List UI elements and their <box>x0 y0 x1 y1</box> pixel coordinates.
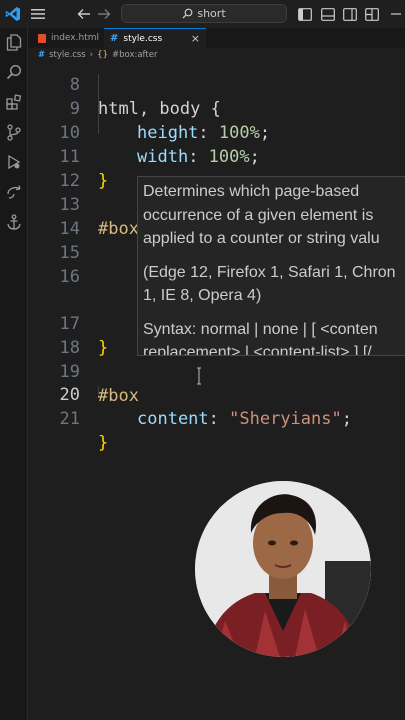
code-line: 21 } <box>59 409 109 453</box>
tab-index-html[interactable]: index.html <box>32 28 102 48</box>
activity-bar <box>0 28 28 720</box>
tab-style-css[interactable]: # style.css × <box>104 28 206 48</box>
tab-label: style.css <box>123 33 163 44</box>
vscode-logo-icon <box>5 7 20 21</box>
code-line: 10 width: 100%; <box>59 123 260 167</box>
code-line: 11 } <box>59 147 109 191</box>
title-bar: short <box>0 0 405 29</box>
tooltip-syntax-line: replacement> | <content-list> ] [/ <box>143 344 372 356</box>
toggle-panel-icon[interactable] <box>320 6 336 22</box>
presenter-image <box>195 481 371 657</box>
search-text: short <box>197 7 226 20</box>
text-cursor-icon <box>197 367 201 385</box>
tooltip-description-line: applied to a counter or string valu <box>143 230 380 247</box>
presenter-webcam-avatar <box>195 481 371 657</box>
back-arrow-icon[interactable] <box>76 6 92 22</box>
tooltip-browsers-line: 1, IE 8, Opera 4) <box>143 287 262 304</box>
minimize-icon[interactable] <box>388 6 404 22</box>
css-file-icon: # <box>110 33 119 44</box>
forward-arrow-icon[interactable] <box>96 6 112 22</box>
extensions-icon[interactable] <box>5 93 23 111</box>
close-icon[interactable]: × <box>191 32 200 45</box>
toggle-secondary-sidebar-icon[interactable] <box>342 6 358 22</box>
tooltip-description-line: Determines which page-based <box>143 183 360 200</box>
tooltip-browsers-line: (Edge 12, Firefox 1, Safari 1, Chron <box>143 263 396 281</box>
anchor-icon[interactable] <box>5 213 23 231</box>
hover-tooltip: Determines which page-based occurrence o… <box>137 176 405 356</box>
html-file-icon <box>38 33 46 43</box>
code-line: 9 height: 100%; <box>69 99 271 143</box>
code-line: 12 <box>59 171 80 191</box>
code-line: 8 html, body { <box>69 75 221 119</box>
customize-layout-icon[interactable] <box>364 6 380 22</box>
explorer-icon[interactable] <box>5 33 23 51</box>
toggle-primary-sidebar-icon[interactable] <box>297 6 313 22</box>
editor-tabs: index.html # style.css × <box>28 28 405 48</box>
run-debug-icon[interactable] <box>5 153 23 171</box>
source-control-icon[interactable] <box>5 123 23 141</box>
menu-icon[interactable] <box>30 6 46 22</box>
code-line-current: 20 content: "Sheryians"; <box>59 385 352 429</box>
remote-icon[interactable] <box>5 183 23 201</box>
tooltip-description-line: occurrence of a given element is <box>143 206 374 224</box>
search-icon <box>182 8 193 19</box>
search-icon[interactable] <box>5 63 23 81</box>
tab-label: index.html <box>51 33 99 43</box>
command-center-search[interactable]: short <box>121 4 287 23</box>
tooltip-syntax-line: Syntax: normal | none | [ <conten <box>143 320 378 338</box>
